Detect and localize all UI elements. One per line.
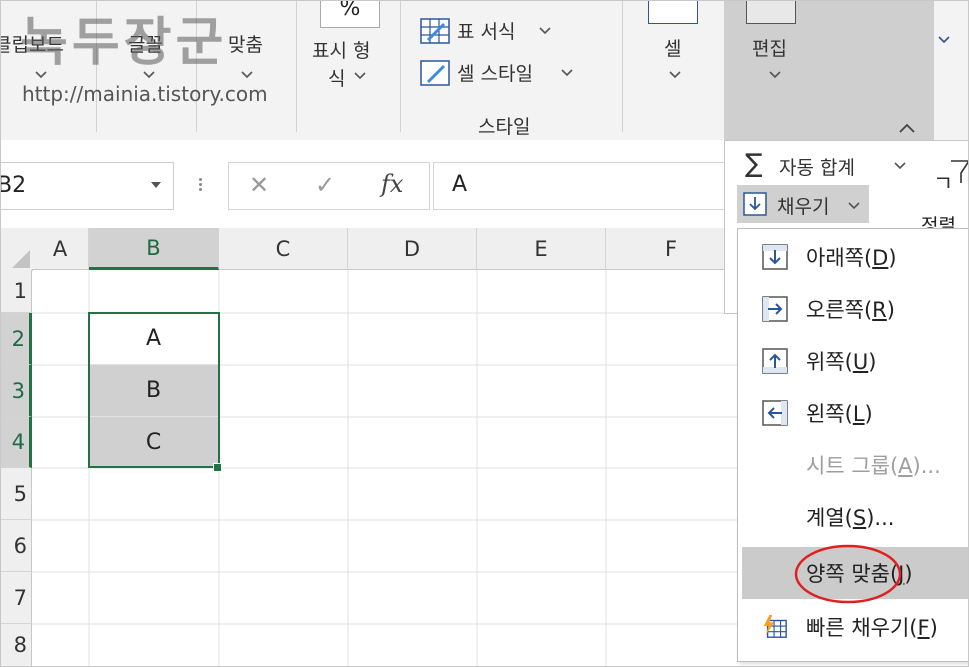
chevron-down-icon bbox=[894, 162, 906, 170]
number-format-label[interactable]: 표시 형 bbox=[312, 36, 370, 63]
menu-item-across-worksheets: 시트 그룹(A)... bbox=[738, 439, 969, 491]
row-header-4[interactable]: 4 bbox=[0, 417, 32, 468]
ribbon-overflow bbox=[934, 0, 969, 140]
cancel-icon[interactable]: ✕ bbox=[249, 171, 269, 199]
cell-style-icon bbox=[420, 60, 450, 86]
format-as-table-label: 표 서식 bbox=[457, 21, 516, 43]
selection-border bbox=[88, 312, 220, 468]
chevron-down-icon bbox=[938, 36, 950, 44]
flash-fill-icon bbox=[763, 614, 787, 638]
name-box[interactable]: B2 bbox=[0, 162, 174, 210]
alignment-group-label[interactable]: 맞춤 bbox=[228, 30, 263, 57]
menu-item-label: 아래쪽(D) bbox=[806, 246, 897, 270]
row-header-5[interactable]: 5 bbox=[0, 468, 32, 520]
row-header-3[interactable]: 3 bbox=[0, 365, 32, 417]
fill-label: 채우기 bbox=[777, 196, 830, 218]
fill-right-icon bbox=[762, 296, 788, 322]
chevron-down-icon bbox=[354, 72, 366, 80]
sigma-icon: ∑ bbox=[745, 149, 763, 179]
styles-group-label: 스타일 bbox=[478, 116, 531, 138]
menu-item-label: 시트 그룹(A)... bbox=[806, 454, 941, 478]
fill-down-icon bbox=[762, 244, 788, 270]
menu-item-label: 위쪽(U) bbox=[806, 350, 877, 374]
fill-left-icon bbox=[762, 400, 788, 426]
menu-item-label: 왼쪽(L) bbox=[806, 402, 873, 426]
chevron-down-icon bbox=[561, 69, 573, 77]
annotation-circle bbox=[794, 544, 902, 604]
caret-down-icon[interactable] bbox=[151, 182, 161, 190]
menu-item-label: 빠른 채우기(F) bbox=[806, 616, 938, 640]
fill-button[interactable]: 채우기 bbox=[737, 185, 869, 223]
cell-styles-label: 셀 스타일 bbox=[457, 63, 533, 85]
fill-handle[interactable] bbox=[213, 463, 222, 472]
autosum-label: 자동 합계 bbox=[779, 157, 855, 179]
column-header-c[interactable]: C bbox=[219, 228, 348, 270]
format-as-table-button[interactable]: 표 서식 bbox=[420, 16, 620, 46]
insert-function-icon[interactable]: fx bbox=[381, 170, 403, 198]
menu-item-flash-fill[interactable]: 빠른 채우기(F) bbox=[738, 601, 969, 653]
row-header-6[interactable]: 6 bbox=[0, 520, 32, 572]
ribbon-divider bbox=[400, 0, 401, 132]
chevron-down-icon bbox=[769, 71, 781, 79]
search-icon bbox=[746, 0, 796, 24]
column-header-b[interactable]: B bbox=[89, 228, 219, 270]
number-format-label-line2[interactable]: 식 bbox=[328, 64, 345, 91]
formula-input-value: A bbox=[452, 172, 468, 197]
row-header-2[interactable]: 2 bbox=[0, 313, 32, 365]
menu-item-series[interactable]: 계열(S)... bbox=[738, 491, 969, 543]
column-header-a[interactable]: A bbox=[32, 228, 89, 270]
collapse-ribbon-icon[interactable] bbox=[898, 122, 916, 134]
chevron-down-icon bbox=[539, 27, 551, 35]
menu-item-fill-up[interactable]: 위쪽(U) bbox=[738, 335, 969, 387]
fill-up-icon bbox=[762, 348, 788, 374]
formula-buttons: ✕ ✓ fx bbox=[228, 162, 430, 210]
sort-filter-icon: ㄱ bbox=[933, 160, 969, 197]
row-header-7[interactable]: 7 bbox=[0, 572, 32, 624]
drag-handle-icon[interactable] bbox=[196, 176, 204, 196]
row-header-1[interactable]: 1 bbox=[0, 270, 32, 313]
percent-format-icon[interactable]: % bbox=[320, 0, 380, 28]
svg-text:ㄱ: ㄱ bbox=[933, 172, 953, 197]
menu-item-fill-down[interactable]: 아래쪽(D) bbox=[738, 231, 969, 283]
menu-item-fill-right[interactable]: 오른쪽(R) bbox=[738, 283, 969, 335]
editing-group[interactable]: 편집 bbox=[724, 0, 934, 140]
menu-item-label: 계열(S)... bbox=[806, 506, 895, 530]
column-header-f[interactable]: F bbox=[606, 228, 737, 270]
select-all-triangle-icon bbox=[12, 250, 30, 268]
table-format-icon bbox=[420, 18, 450, 44]
formula-input[interactable]: A bbox=[433, 162, 735, 210]
watermark-title: 녹두장군 bbox=[20, 13, 228, 73]
watermark-url: http://mainia.tistory.com bbox=[22, 82, 268, 106]
cell-styles-button[interactable]: 셀 스타일 bbox=[420, 58, 620, 88]
chevron-down-icon bbox=[848, 202, 860, 210]
ribbon-divider bbox=[622, 0, 623, 132]
menu-item-fill-left[interactable]: 왼쪽(L) bbox=[738, 387, 969, 439]
ribbon-divider bbox=[296, 0, 297, 132]
row-header-8[interactable]: 8 bbox=[0, 624, 32, 667]
fill-down-icon bbox=[743, 192, 767, 216]
name-box-value: B2 bbox=[0, 173, 27, 198]
chevron-down-icon bbox=[241, 71, 253, 79]
chevron-down-icon bbox=[669, 71, 681, 79]
editing-button-label: 편집 bbox=[752, 38, 787, 60]
cells-button[interactable]: 셀 bbox=[664, 34, 681, 61]
column-header-d[interactable]: D bbox=[348, 228, 477, 270]
menu-item-label: 오른쪽(R) bbox=[806, 298, 895, 322]
cells-icon bbox=[648, 0, 698, 24]
autosum-button[interactable]: ∑ 자동 합계 bbox=[725, 145, 925, 185]
column-header-e[interactable]: E bbox=[477, 228, 606, 270]
enter-icon[interactable]: ✓ bbox=[315, 171, 335, 199]
sort-filter-button[interactable]: ㄱ 정렬 bbox=[921, 153, 969, 239]
